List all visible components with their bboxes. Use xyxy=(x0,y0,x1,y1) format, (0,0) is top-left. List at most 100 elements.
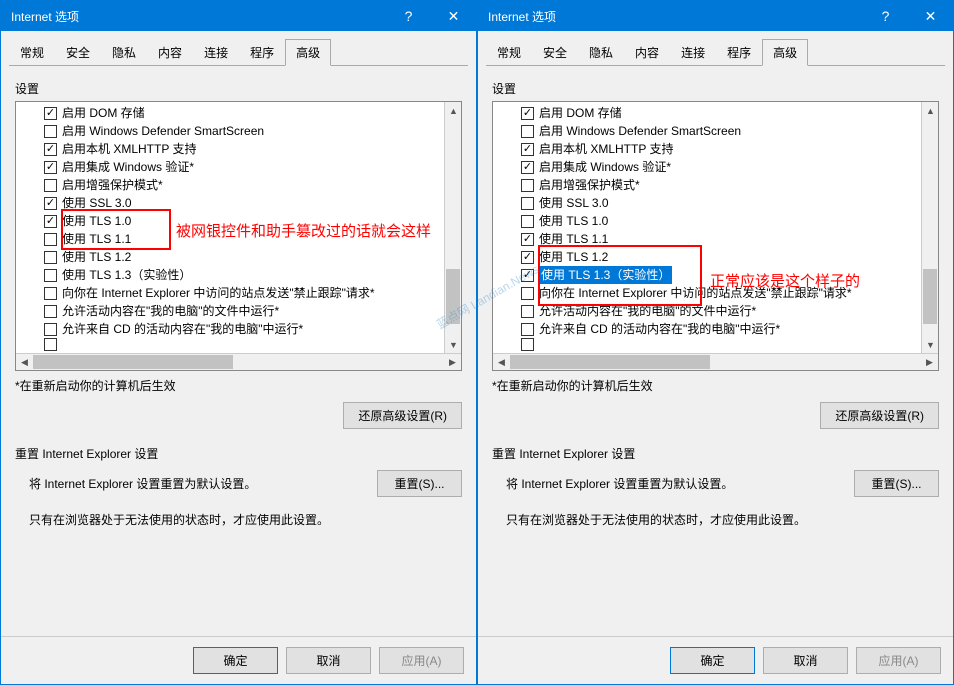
checkbox[interactable] xyxy=(521,143,534,156)
checkbox[interactable] xyxy=(521,233,534,246)
scroll-left-icon[interactable]: ◀ xyxy=(16,354,33,371)
reset-info: 只有在浏览器处于无法使用的状态时，才应使用此设置。 xyxy=(29,511,462,528)
reset-button[interactable]: 重置(S)... xyxy=(854,470,939,497)
checkbox[interactable] xyxy=(521,179,534,192)
checkbox[interactable] xyxy=(521,305,534,318)
horizontal-scrollbar[interactable]: ◀ ▶ xyxy=(16,353,461,370)
checkbox[interactable] xyxy=(521,107,534,120)
settings-row[interactable]: 启用集成 Windows 验证* xyxy=(521,158,938,176)
checkbox[interactable] xyxy=(44,323,57,336)
restore-advanced-button[interactable]: 还原高级设置(R) xyxy=(820,402,939,429)
settings-row[interactable]: 使用 TLS 1.0 xyxy=(521,212,938,230)
checkbox[interactable] xyxy=(44,251,57,264)
vertical-scrollbar[interactable]: ▲ ▼ xyxy=(921,102,938,353)
scroll-thumb-h[interactable] xyxy=(33,355,233,369)
settings-row[interactable]: 启用本机 XMLHTTP 支持 xyxy=(521,140,938,158)
tab-security[interactable]: 安全 xyxy=(55,39,101,66)
window-title: Internet 选项 xyxy=(488,8,863,25)
scroll-thumb-h[interactable] xyxy=(510,355,710,369)
settings-row[interactable]: 使用 TLS 1.2 xyxy=(44,248,461,266)
settings-row[interactable]: 使用 TLS 1.3（实验性） xyxy=(521,266,938,284)
settings-row[interactable]: 允许活动内容在"我的电脑"的文件中运行* xyxy=(44,302,461,320)
settings-row-label: 启用集成 Windows 验证* xyxy=(539,158,671,176)
apply-button[interactable]: 应用(A) xyxy=(379,647,464,674)
ok-button[interactable]: 确定 xyxy=(670,647,755,674)
scroll-down-icon[interactable]: ▼ xyxy=(445,336,462,353)
help-button[interactable]: ? xyxy=(863,1,908,31)
tab-privacy[interactable]: 隐私 xyxy=(101,39,147,66)
horizontal-scrollbar[interactable]: ◀ ▶ xyxy=(493,353,938,370)
checkbox[interactable] xyxy=(521,161,534,174)
checkbox[interactable] xyxy=(521,323,534,336)
tab-content[interactable]: 内容 xyxy=(147,39,193,66)
settings-row[interactable]: 向你在 Internet Explorer 中访问的站点发送"禁止跟踪"请求* xyxy=(521,284,938,302)
tab-advanced[interactable]: 高级 xyxy=(285,39,331,66)
scroll-thumb[interactable] xyxy=(923,269,937,324)
checkbox[interactable] xyxy=(521,251,534,264)
settings-row-label: 使用 TLS 1.3（实验性） xyxy=(539,266,672,284)
scroll-right-icon[interactable]: ▶ xyxy=(444,354,461,371)
settings-row[interactable]: 使用 TLS 1.0 xyxy=(44,212,461,230)
tab-privacy[interactable]: 隐私 xyxy=(578,39,624,66)
checkbox[interactable] xyxy=(44,287,57,300)
scroll-right-icon[interactable]: ▶ xyxy=(921,354,938,371)
close-button[interactable]: ✕ xyxy=(431,1,476,31)
settings-row[interactable]: 启用本机 XMLHTTP 支持 xyxy=(44,140,461,158)
vertical-scrollbar[interactable]: ▲ ▼ xyxy=(444,102,461,353)
checkbox[interactable] xyxy=(44,197,57,210)
settings-row[interactable]: 允许活动内容在"我的电脑"的文件中运行* xyxy=(521,302,938,320)
tab-security[interactable]: 安全 xyxy=(532,39,578,66)
tab-programs[interactable]: 程序 xyxy=(716,39,762,66)
settings-row[interactable]: 使用 TLS 1.1 xyxy=(44,230,461,248)
tab-general[interactable]: 常规 xyxy=(486,39,532,66)
tab-programs[interactable]: 程序 xyxy=(239,39,285,66)
checkbox[interactable] xyxy=(521,125,534,138)
settings-row[interactable]: 启用增强保护模式* xyxy=(44,176,461,194)
tab-connections[interactable]: 连接 xyxy=(193,39,239,66)
settings-row[interactable]: 使用 SSL 3.0 xyxy=(44,194,461,212)
settings-row[interactable]: 启用 DOM 存储 xyxy=(521,104,938,122)
tab-connections[interactable]: 连接 xyxy=(670,39,716,66)
scroll-down-icon[interactable]: ▼ xyxy=(922,336,939,353)
checkbox[interactable] xyxy=(44,269,57,282)
tab-general[interactable]: 常规 xyxy=(9,39,55,66)
settings-row[interactable]: 启用 Windows Defender SmartScreen xyxy=(521,122,938,140)
apply-button[interactable]: 应用(A) xyxy=(856,647,941,674)
settings-row[interactable]: 启用增强保护模式* xyxy=(521,176,938,194)
ok-button[interactable]: 确定 xyxy=(193,647,278,674)
settings-row[interactable]: 允许来自 CD 的活动内容在"我的电脑"中运行* xyxy=(521,320,938,338)
checkbox[interactable] xyxy=(44,215,57,228)
checkbox[interactable] xyxy=(44,305,57,318)
settings-row[interactable]: 使用 SSL 3.0 xyxy=(521,194,938,212)
checkbox[interactable] xyxy=(521,269,534,282)
checkbox[interactable] xyxy=(44,107,57,120)
help-button[interactable]: ? xyxy=(386,1,431,31)
settings-row[interactable]: 允许来自 CD 的活动内容在"我的电脑"中运行* xyxy=(44,320,461,338)
scroll-up-icon[interactable]: ▲ xyxy=(922,102,939,119)
close-button[interactable]: ✕ xyxy=(908,1,953,31)
checkbox[interactable] xyxy=(44,161,57,174)
scroll-left-icon[interactable]: ◀ xyxy=(493,354,510,371)
checkbox[interactable] xyxy=(44,233,57,246)
checkbox[interactable] xyxy=(521,287,534,300)
tab-content[interactable]: 内容 xyxy=(624,39,670,66)
settings-row[interactable]: 使用 TLS 1.2 xyxy=(521,248,938,266)
settings-row[interactable]: 使用 TLS 1.3（实验性） xyxy=(44,266,461,284)
checkbox[interactable] xyxy=(44,179,57,192)
settings-row[interactable]: 启用 Windows Defender SmartScreen xyxy=(44,122,461,140)
settings-row[interactable]: 启用 DOM 存储 xyxy=(44,104,461,122)
settings-row[interactable]: 使用 TLS 1.1 xyxy=(521,230,938,248)
checkbox[interactable] xyxy=(44,125,57,138)
settings-row[interactable]: 启用集成 Windows 验证* xyxy=(44,158,461,176)
reset-button[interactable]: 重置(S)... xyxy=(377,470,462,497)
tab-advanced[interactable]: 高级 xyxy=(762,39,808,66)
scroll-up-icon[interactable]: ▲ xyxy=(445,102,462,119)
checkbox[interactable] xyxy=(44,143,57,156)
settings-row[interactable]: 向你在 Internet Explorer 中访问的站点发送"禁止跟踪"请求* xyxy=(44,284,461,302)
checkbox[interactable] xyxy=(521,197,534,210)
checkbox[interactable] xyxy=(521,215,534,228)
restore-advanced-button[interactable]: 还原高级设置(R) xyxy=(343,402,462,429)
cancel-button[interactable]: 取消 xyxy=(286,647,371,674)
scroll-thumb[interactable] xyxy=(446,269,460,324)
cancel-button[interactable]: 取消 xyxy=(763,647,848,674)
